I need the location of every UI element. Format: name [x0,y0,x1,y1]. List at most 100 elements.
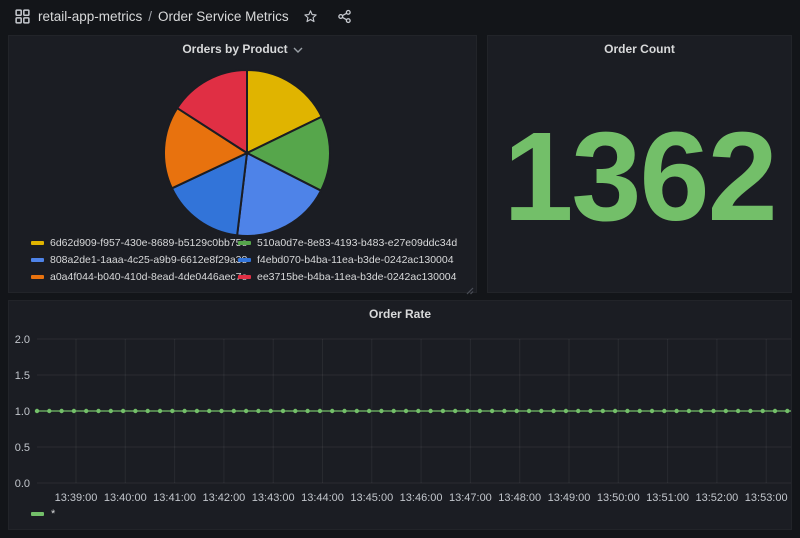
data-point [736,409,740,413]
legend-swatch [31,512,44,516]
legend-swatch [31,275,44,279]
pie-legend-item[interactable]: f4ebd070-b4ba-11ea-b3de-0242ac130004 [238,254,457,266]
panel-title-orders-by-product[interactable]: Orders by Product [9,36,476,62]
data-point [527,409,531,413]
timeseries-legend-item[interactable]: * [31,508,55,520]
legend-label: ee3715be-b4ba-11ea-b3de-0242ac130004 [257,271,457,283]
x-axis-label: 13:46:00 [400,492,443,504]
data-point [47,409,51,413]
legend-label: a0a4f044-b040-410d-8ead-4de0446aec7e [50,271,247,283]
top-nav-bar: retail-app-metrics / Order Service Metri… [0,0,800,32]
data-point [674,409,678,413]
order-count-panel: Order Count 1362 [487,35,792,293]
breadcrumb-folder[interactable]: retail-app-metrics [38,9,142,24]
pie-legend-item[interactable]: 6d62d909-f957-430e-8689-b5129c0bb75e [31,237,238,249]
data-point [367,409,371,413]
panel-resize-handle[interactable] [466,282,474,290]
legend-swatch [238,275,251,279]
legend-label: 808a2de1-1aaa-4c25-a9b9-6612e8f29a38 [50,254,247,266]
data-point [109,409,113,413]
data-point [724,409,728,413]
x-axis-label: 13:47:00 [449,492,492,504]
y-axis-label: 0.0 [15,478,30,490]
data-point [96,409,100,413]
x-axis-label: 13:43:00 [252,492,295,504]
data-point [207,409,211,413]
data-point [588,409,592,413]
legend-label: f4ebd070-b4ba-11ea-b3de-0242ac130004 [257,254,454,266]
data-point [121,409,125,413]
data-point [478,409,482,413]
legend-label: * [51,508,55,520]
data-point [502,409,506,413]
data-point [355,409,359,413]
x-axis-label: 13:49:00 [548,492,591,504]
x-axis-label: 13:42:00 [202,492,245,504]
data-point [687,409,691,413]
dashboards-grid-icon[interactable] [10,4,34,28]
data-point [564,409,568,413]
orders-by-product-panel: Orders by Product 6d62d909-f957-430e-868… [8,35,477,293]
data-point [613,409,617,413]
data-point [748,409,752,413]
data-point [785,409,789,413]
chevron-down-icon [293,47,303,53]
x-axis-label: 13:52:00 [695,492,738,504]
data-point [318,409,322,413]
legend-swatch [238,258,251,262]
y-axis-label: 2.0 [15,334,30,346]
data-point [392,409,396,413]
x-axis-label: 13:41:00 [153,492,196,504]
data-point [416,409,420,413]
pie-legend-item[interactable]: a0a4f044-b040-410d-8ead-4de0446aec7e [31,271,238,283]
stat-value: 1362 [503,114,775,240]
star-icon[interactable] [299,4,323,28]
y-axis-label: 0.5 [15,442,30,454]
pie-chart [163,69,331,237]
x-axis-label: 13:51:00 [646,492,689,504]
legend-swatch [31,258,44,262]
panel-title-text: Order Rate [369,307,431,321]
data-point [244,409,248,413]
data-point [281,409,285,413]
y-axis-label: 1.0 [15,406,30,418]
order-rate-panel: Order Rate 0.0 0.5 1.0 1.5 2.0 13:39:00 13:40:… [8,300,792,530]
data-point [711,409,715,413]
x-axis-label: 13:45:00 [350,492,393,504]
x-axis-label: 13:53:00 [745,492,788,504]
panel-title-order-rate[interactable]: Order Rate [9,301,791,327]
panel-title-text: Orders by Product [182,42,287,56]
data-point [72,409,76,413]
data-point [453,409,457,413]
data-point [305,409,309,413]
data-point [773,409,777,413]
data-point [182,409,186,413]
data-point [699,409,703,413]
data-point [293,409,297,413]
x-axis-label: 13:50:00 [597,492,640,504]
panel-title-text: Order Count [604,42,675,56]
pie-legend-item[interactable]: 510a0d7e-8e83-4193-b483-e27e09ddc34d [238,237,457,249]
data-point [428,409,432,413]
data-point [662,409,666,413]
data-point [232,409,236,413]
data-point [133,409,137,413]
share-icon[interactable] [333,4,357,28]
pie-legend-item[interactable]: 808a2de1-1aaa-4c25-a9b9-6612e8f29a38 [31,254,238,266]
legend-swatch [238,241,251,245]
x-axis-label: 13:39:00 [55,492,98,504]
panel-title-order-count[interactable]: Order Count [488,36,791,62]
data-point [441,409,445,413]
data-point [170,409,174,413]
pie-legend: 6d62d909-f957-430e-8689-b5129c0bb75e510a… [31,237,457,283]
data-point [195,409,199,413]
order-rate-chart: 0.0 0.5 1.0 1.5 2.0 13:39:00 13:40:00 13:41:00 1… [9,327,793,509]
y-axis-label: 1.5 [15,370,30,382]
x-axis-label: 13:40:00 [104,492,147,504]
data-point [219,409,223,413]
data-point [539,409,543,413]
pie-legend-item[interactable]: ee3715be-b4ba-11ea-b3de-0242ac130004 [238,271,457,283]
breadcrumb-dashboard[interactable]: Order Service Metrics [158,9,289,24]
data-point [269,409,273,413]
data-point [256,409,260,413]
